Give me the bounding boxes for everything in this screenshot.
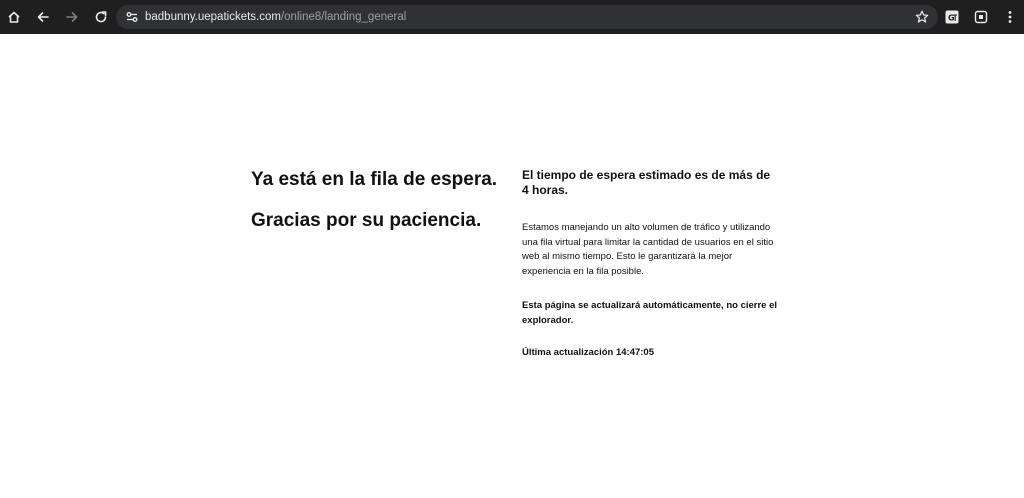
queue-headline-block: Ya está en la fila de espera. Gracias po… <box>251 168 501 233</box>
translate-icon[interactable]: G <box>944 9 960 25</box>
home-icon[interactable] <box>6 9 22 25</box>
address-bar[interactable]: badbunny.uepatickets.com/online8/landing… <box>116 5 938 29</box>
estimated-wait-title: El tiempo de espera estimado es de más d… <box>522 168 771 197</box>
forward-arrow-icon[interactable] <box>64 9 80 25</box>
thanks-headline: Gracias por su paciencia. <box>251 210 482 231</box>
star-icon[interactable] <box>914 9 930 25</box>
queue-info-block: El tiempo de espera estimado es de más d… <box>522 168 778 361</box>
url-host: badbunny.uepatickets.com <box>145 11 281 23</box>
queue-headline: Ya está en la fila de espera. <box>251 169 498 190</box>
last-update-text: Última actualización 14:47:05 <box>522 347 654 358</box>
extension-icon[interactable] <box>973 9 989 25</box>
browser-toolbar: badbunny.uepatickets.com/online8/landing… <box>0 0 1024 34</box>
reload-icon[interactable] <box>93 9 109 25</box>
queue-description: Estamos manejando un alto volumen de trá… <box>522 222 774 277</box>
tune-icon[interactable] <box>124 9 140 25</box>
kebab-menu-icon[interactable] <box>1002 9 1018 25</box>
queue-page: Ya está en la fila de espera. Gracias po… <box>0 34 1024 498</box>
url-path: /online8/landing_general <box>280 11 407 23</box>
auto-refresh-note: Esta página se actualizará automáticamen… <box>522 300 778 326</box>
back-arrow-icon[interactable] <box>35 9 51 25</box>
url-text: badbunny.uepatickets.com/online8/landing… <box>145 10 406 24</box>
